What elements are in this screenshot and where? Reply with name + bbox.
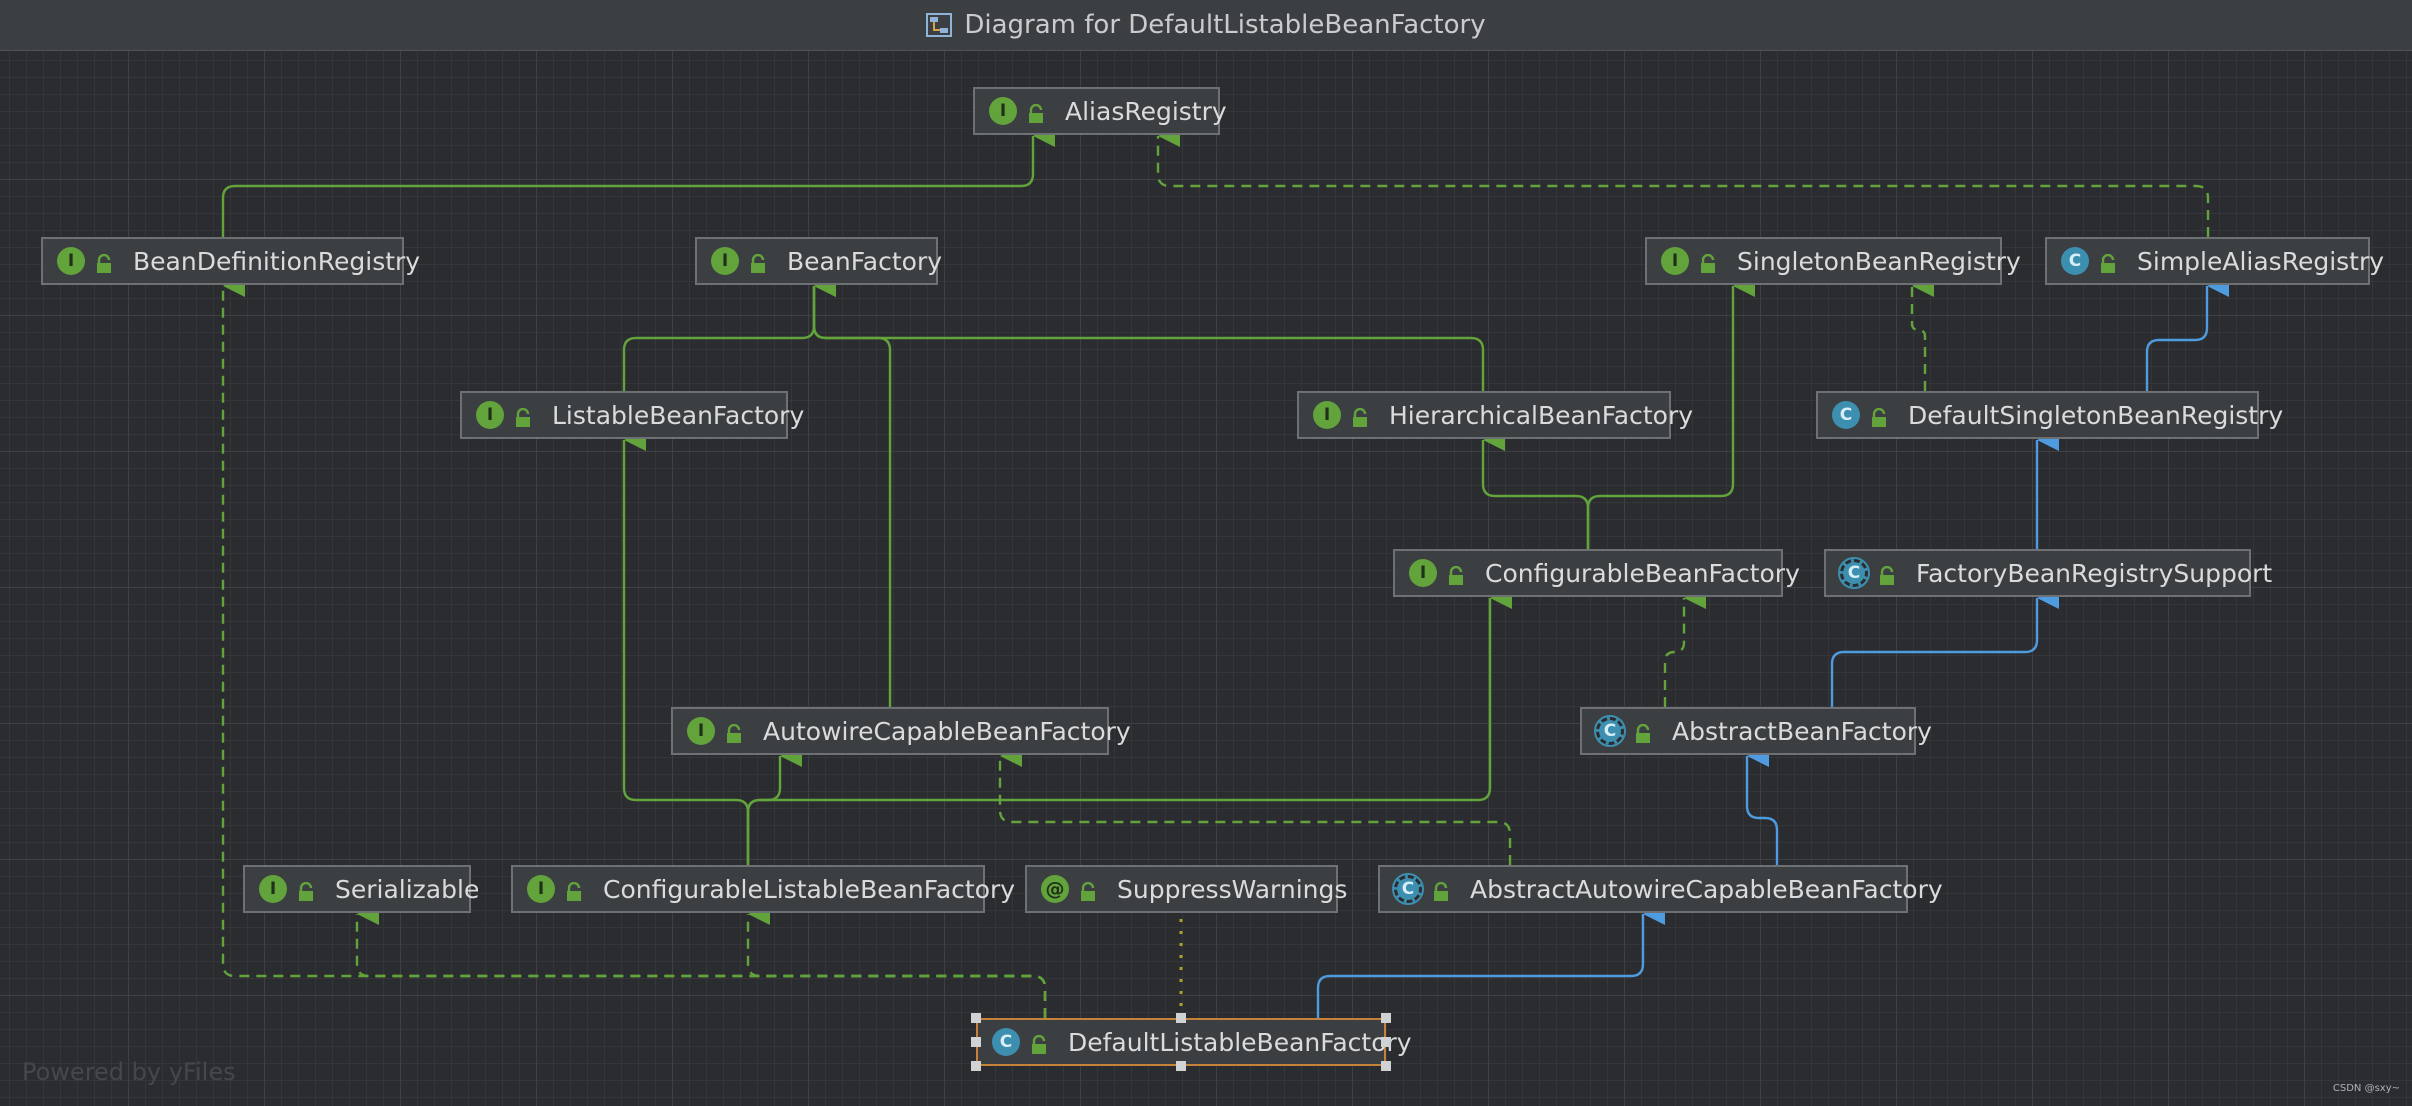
public-access-icon: [1699, 251, 1717, 273]
node-serializable[interactable]: I Serializable: [243, 865, 479, 913]
public-access-icon: [1878, 563, 1896, 585]
public-access-icon: [2099, 251, 2117, 273]
public-access-icon: [1634, 721, 1652, 743]
node-alias-registry[interactable]: I AliasRegistry: [973, 87, 1227, 135]
public-access-icon: [1030, 1032, 1048, 1054]
abstract-badge-icon: C: [1838, 557, 1870, 589]
interface-badge-icon: I: [259, 875, 287, 903]
node-label: SingletonBeanRegistry: [1737, 246, 2021, 276]
node-label: AbstractAutowireCapableBeanFactory: [1470, 874, 1943, 904]
selection-handle[interactable]: [971, 1013, 981, 1023]
node-bean-factory[interactable]: I BeanFactory: [695, 237, 942, 285]
node-label: FactoryBeanRegistrySupport: [1916, 558, 2273, 588]
node-label: DefaultSingletonBeanRegistry: [1908, 400, 2284, 430]
node-label: DefaultListableBeanFactory: [1068, 1027, 1412, 1057]
node-default-listable-bean-factory[interactable]: C DefaultListableBeanFactory: [976, 1018, 1412, 1066]
node-configurable-listable-bean-factory[interactable]: I ConfigurableListableBeanFactory: [511, 865, 1015, 913]
selection-handle[interactable]: [971, 1061, 981, 1071]
public-access-icon: [1027, 101, 1045, 123]
public-access-icon: [297, 879, 315, 901]
public-access-icon: [749, 251, 767, 273]
node-simple-alias-registry[interactable]: C SimpleAliasRegistry: [2045, 237, 2384, 285]
public-access-icon: [565, 879, 583, 901]
csdn-credit: CSDN @sxy~: [2332, 1083, 2400, 1094]
node-abstract-bean-factory[interactable]: C AbstractBeanFactory: [1580, 707, 1932, 755]
node-label: BeanDefinitionRegistry: [133, 246, 421, 276]
node-hierarchical-bean-factory[interactable]: I HierarchicalBeanFactory: [1297, 391, 1693, 439]
node-label: BeanFactory: [787, 246, 943, 276]
class-badge-icon: C: [2061, 247, 2089, 275]
interface-badge-icon: I: [1661, 247, 1689, 275]
interface-badge-icon: I: [687, 717, 715, 745]
node-listable-bean-factory[interactable]: I ListableBeanFactory: [460, 391, 804, 439]
node-label: AutowireCapableBeanFactory: [763, 716, 1131, 746]
node-label: ListableBeanFactory: [552, 400, 805, 430]
window-title-bar: Diagram for DefaultListableBeanFactory: [0, 0, 2412, 51]
annotation-badge-icon: @: [1041, 875, 1069, 903]
selection-handle[interactable]: [1176, 1061, 1186, 1071]
public-access-icon: [1447, 563, 1465, 585]
node-label: SuppressWarnings: [1117, 874, 1348, 904]
interface-badge-icon: I: [989, 97, 1017, 125]
abstract-badge-icon: C: [1594, 715, 1626, 747]
class-badge-icon: C: [1832, 401, 1860, 429]
selection-handle[interactable]: [1381, 1037, 1391, 1047]
node-label: AliasRegistry: [1065, 96, 1227, 126]
public-access-icon: [1079, 879, 1097, 901]
node-label: SimpleAliasRegistry: [2137, 246, 2385, 276]
interface-badge-icon: I: [1409, 559, 1437, 587]
node-label: ConfigurableListableBeanFactory: [603, 874, 1016, 904]
abstract-badge-icon: C: [1392, 873, 1424, 905]
node-default-singleton-bean-registry[interactable]: C DefaultSingletonBeanRegistry: [1816, 391, 2283, 439]
interface-badge-icon: I: [711, 247, 739, 275]
public-access-icon: [514, 405, 532, 427]
node-factory-bean-registry-support[interactable]: C FactoryBeanRegistrySupport: [1824, 549, 2272, 597]
public-access-icon: [1432, 879, 1450, 901]
interface-badge-icon: I: [527, 875, 555, 903]
public-access-icon: [1351, 405, 1369, 427]
node-label: ConfigurableBeanFactory: [1485, 558, 1800, 588]
interface-badge-icon: I: [1313, 401, 1341, 429]
public-access-icon: [95, 251, 113, 273]
yfiles-watermark: Powered by yFiles: [22, 1058, 236, 1086]
selection-handle[interactable]: [1381, 1061, 1391, 1071]
selection-handle[interactable]: [1176, 1013, 1186, 1023]
node-suppress-warnings[interactable]: @ SuppressWarnings: [1025, 865, 1347, 913]
public-access-icon: [725, 721, 743, 743]
node-label: Serializable: [335, 874, 480, 904]
class-badge-icon: C: [992, 1028, 1020, 1056]
node-singleton-bean-registry[interactable]: I SingletonBeanRegistry: [1645, 237, 2021, 285]
selection-handle[interactable]: [971, 1037, 981, 1047]
window-title: Diagram for DefaultListableBeanFactory: [964, 10, 1486, 40]
diagram-icon: [926, 13, 953, 37]
node-autowire-capable-bean-factory[interactable]: I AutowireCapableBeanFactory: [671, 707, 1131, 755]
node-abstract-autowire-capable-bean-factory[interactable]: C AbstractAutowireCapableBeanFactory: [1378, 865, 1943, 913]
interface-badge-icon: I: [57, 247, 85, 275]
node-label: HierarchicalBeanFactory: [1389, 400, 1694, 430]
public-access-icon: [1870, 405, 1888, 427]
selection-handle[interactable]: [1381, 1013, 1391, 1023]
interface-badge-icon: I: [476, 401, 504, 429]
node-bean-definition-registry[interactable]: I BeanDefinitionRegistry: [41, 237, 420, 285]
node-configurable-bean-factory[interactable]: I ConfigurableBeanFactory: [1393, 549, 1800, 597]
node-label: AbstractBeanFactory: [1672, 716, 1932, 746]
